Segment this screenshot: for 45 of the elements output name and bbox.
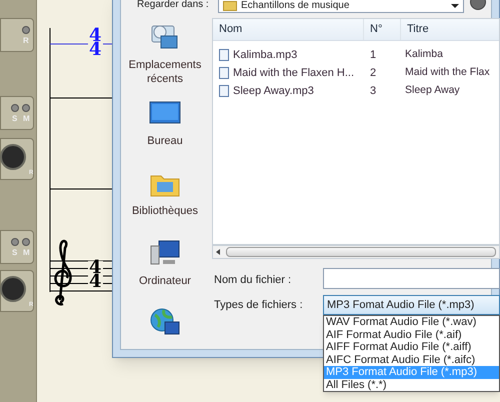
audio-file-icon: [219, 67, 229, 79]
dropdown-option[interactable]: All Files (*.*): [324, 378, 499, 391]
sidebar-item[interactable]: Emplacements récents: [120, 22, 210, 86]
track-title: Maid with the Flax: [404, 65, 491, 80]
column-header[interactable]: Titre: [401, 19, 500, 40]
dropdown-option[interactable]: WAV Format Audio File (*.wav): [324, 316, 499, 328]
sidebar-item[interactable]: Bureau: [120, 98, 210, 148]
led-label: S: [12, 249, 18, 257]
column-header[interactable]: Nom: [213, 19, 364, 40]
time-signature-digit: 4: [88, 29, 103, 43]
audio-file-icon: [219, 49, 229, 61]
sidebar-item[interactable]: Bibliothèques: [120, 168, 210, 218]
time-signature-digit: 4: [88, 261, 103, 275]
column-header[interactable]: N°: [364, 19, 401, 40]
led-label: S: [12, 115, 18, 123]
file-name[interactable]: Sleep Away.mp3: [233, 82, 314, 100]
folder-icon: [223, 0, 237, 10]
sidebar-item[interactable]: Ordinateur: [120, 238, 210, 288]
track-title: Kalimba: [404, 47, 444, 62]
file-type-dropdown[interactable]: MP3 Fomat Audio File (*.mp3): [323, 295, 500, 315]
led-label: M: [23, 249, 30, 257]
globe-computer-icon[interactable]: [149, 306, 181, 336]
led-label: M: [23, 115, 30, 123]
scroll-left-icon[interactable]: [216, 249, 220, 255]
dropdown-option[interactable]: AIFF Format Audio File (*.aiff): [324, 341, 499, 354]
location-dropdown[interactable]: Echantillons de musique: [218, 0, 464, 13]
file-name-field[interactable]: [323, 268, 500, 289]
file-type-label: Types de fichiers :: [214, 298, 303, 313]
location-label: Regarder dans :: [137, 0, 209, 10]
caret-icon: [451, 4, 459, 8]
track-number: 1: [369, 48, 378, 63]
dropdown-option[interactable]: AIFC Format Audio File (*.aifc): [324, 354, 499, 366]
horizontal-scrollbar[interactable]: [212, 245, 500, 259]
track-number: 3: [369, 84, 378, 99]
file-name-label: Nom du fichier :: [214, 273, 292, 288]
time-signature-digit: 4: [88, 275, 103, 289]
track-number: 2: [369, 66, 378, 81]
scrollbar-thumb[interactable]: [226, 247, 496, 257]
led-label: R: [23, 37, 29, 45]
audio-file-icon: [219, 85, 229, 97]
time-signature-digit: 4: [88, 43, 103, 57]
track-title: Sleep Away: [404, 83, 461, 98]
file-name[interactable]: Maid with the Flaxen H...: [233, 64, 354, 82]
dropdown-option[interactable]: AIF Format Audio File (*.aif): [324, 328, 499, 341]
file-name[interactable]: Kalimba.mp3: [233, 46, 298, 64]
